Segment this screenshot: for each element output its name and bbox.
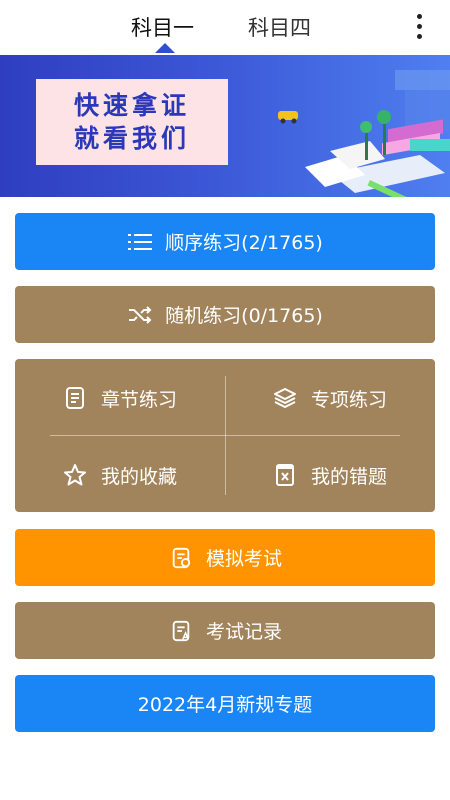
top-tab-bar: 科目一 科目四	[0, 0, 450, 56]
special-practice-button[interactable]: 专项练习	[230, 368, 430, 428]
mock-exam-button[interactable]: 模拟考试	[15, 529, 435, 586]
my-favorites-button[interactable]: 我的收藏	[20, 445, 220, 505]
special-practice-label: 专项练习	[310, 388, 387, 411]
tab-subject-four[interactable]: 科目四	[248, 12, 311, 42]
exam-paper-icon	[172, 547, 191, 568]
error-book-icon	[275, 464, 294, 486]
record-icon	[172, 620, 190, 641]
chapter-practice-button[interactable]: 章节练习	[20, 368, 220, 428]
banner-illustration	[278, 70, 450, 197]
banner-slogan-line2: 就看我们	[73, 124, 190, 153]
list-icon	[128, 233, 153, 250]
sequential-practice-label: 顺序练习(2/1765)	[165, 232, 323, 254]
star-icon	[63, 464, 86, 486]
random-practice-label: 随机练习(0/1765)	[165, 305, 323, 327]
random-practice-button[interactable]: 随机练习(0/1765)	[15, 286, 435, 343]
chapter-practice-label: 章节练习	[100, 388, 177, 411]
exam-records-label: 考试记录	[205, 621, 282, 643]
promo-banner[interactable]: 快速拿证 就看我们	[0, 55, 450, 197]
practice-grid-panel: 章节练习 专项练习 我的收藏 我的错题	[15, 359, 435, 512]
my-favorites-label: 我的收藏	[100, 465, 177, 488]
layers-icon	[273, 388, 296, 408]
tab-subject-one[interactable]: 科目一	[131, 12, 194, 42]
more-menu-icon[interactable]	[410, 12, 430, 42]
grid-divider-horizontal	[50, 435, 400, 436]
active-tab-indicator	[155, 43, 175, 53]
banner-slogan-box: 快速拿证 就看我们	[36, 79, 228, 165]
new-rules-topic-label: 2022年4月新规专题	[137, 694, 313, 716]
exam-records-button[interactable]: 考试记录	[15, 602, 435, 659]
banner-slogan-line1: 快速拿证	[73, 91, 190, 120]
new-rules-topic-button[interactable]: 2022年4月新规专题	[15, 675, 435, 732]
mock-exam-label: 模拟考试	[205, 548, 282, 570]
my-mistakes-label: 我的错题	[310, 465, 387, 488]
shuffle-icon	[129, 305, 152, 324]
my-mistakes-button[interactable]: 我的错题	[230, 445, 430, 505]
sequential-practice-button[interactable]: 顺序练习(2/1765)	[15, 213, 435, 270]
document-icon	[65, 387, 84, 409]
